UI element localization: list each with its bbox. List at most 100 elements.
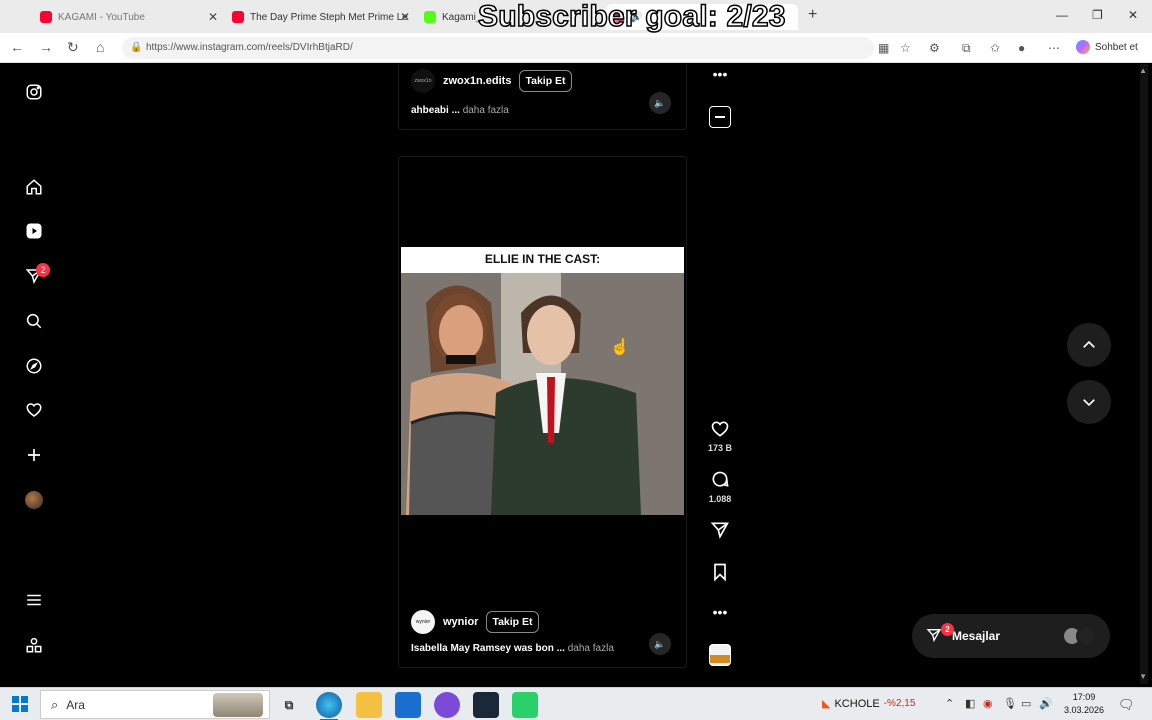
obs-app-icon[interactable] [434,692,460,718]
lock-icon[interactable]: 🔒 [130,37,142,59]
windows-start-icon[interactable] [12,696,28,712]
explore-compass-icon[interactable] [24,356,44,376]
speaker-icon[interactable]: 🔈 [649,92,671,114]
microphone-icon[interactable]: 🎙 [1003,697,1017,710]
home-icon[interactable] [24,177,44,197]
favorite-star-icon[interactable]: ☆ [900,41,911,55]
reel-author: wynior wynior Takip Et [411,610,539,634]
network-icon[interactable]: ▭ [1021,697,1031,710]
profile-avatar[interactable] [24,490,44,510]
stock-widget[interactable]: ◣ KCHOLE -%2,15 [822,697,915,711]
split-screen-icon[interactable]: ⧉ [962,41,971,56]
reel-card-current[interactable]: ELLIE IN THE CAST: wynior wynior Takip E… [398,156,687,668]
more-menu-icon[interactable]: ⋯ [1048,41,1060,55]
reel-card-previous[interactable]: zwox1n zwox1n.edits Takip Et ahbeabi ...… [398,64,687,130]
comment-icon[interactable] [709,469,731,494]
share-icon[interactable] [709,520,731,545]
create-plus-icon[interactable] [24,445,44,465]
url-bar[interactable]: 🔒 https://www.instagram.com/reels/DVIrhB… [122,37,874,59]
back-icon[interactable]: ← [10,39,24,55]
taskbar-clock[interactable]: 17:09 3.03.2026 [1058,691,1110,717]
avatar[interactable]: zwox1n [411,69,435,93]
notifications-icon[interactable]: 🗨 [1118,697,1135,713]
caption-text: Isabella May Ramsey was bon ... [411,643,565,654]
video-photo [401,273,684,515]
antivirus-icon[interactable]: ◉ [983,697,993,710]
refresh-icon[interactable]: ↻ [67,39,79,56]
follow-button[interactable]: Takip Et [519,70,572,92]
save-bookmark-icon[interactable] [709,562,731,587]
scroll-up-arrow-icon[interactable]: ▲ [1139,66,1147,75]
profile-icon[interactable]: ● [1018,41,1025,55]
reel-caption[interactable]: Isabella May Ramsey was bon ... daha faz… [411,643,614,654]
menu-icon[interactable] [24,590,44,610]
more-link[interactable]: daha fazla [568,643,614,654]
reel-video[interactable]: ELLIE IN THE CAST: [401,247,684,515]
close-window-button[interactable]: ✕ [1128,8,1138,22]
copilot-icon [1076,40,1090,54]
tab-title: Kagami_ [442,11,482,23]
restore-button[interactable]: ❐ [1092,8,1103,22]
more-options-icon[interactable]: ••• [709,604,731,620]
tray-app-icon[interactable]: ◧ [965,697,975,710]
favorites-icon[interactable]: ✩ [990,41,1000,55]
close-icon[interactable]: ✕ [400,10,410,24]
reel-caption[interactable]: ahbeabi ... daha fazla [411,105,509,116]
mouse-cursor-icon: ☝ [610,339,630,356]
direct-messages-icon [926,627,942,646]
page-scrollbar[interactable] [1140,64,1148,684]
tab-youtube-kagami[interactable]: KAGAMI - YouTube ✕ [34,4,222,30]
video-title-text: ELLIE IN THE CAST: [401,247,684,273]
more-options-icon[interactable]: ••• [709,66,731,82]
like-heart-icon[interactable] [709,419,731,444]
show-hidden-icons-icon[interactable]: ⌃ [945,697,954,710]
forward-icon[interactable]: → [39,39,53,55]
edge-browser-icon[interactable] [316,692,342,720]
avatar [25,491,43,509]
taskbar-search-box[interactable]: ⌕ Ara [40,690,270,719]
file-explorer-icon[interactable] [356,692,382,718]
instagram-logo-icon[interactable] [24,82,44,102]
steam-icon[interactable] [473,692,499,718]
messages-label: Mesajlar [952,629,1001,643]
copilot-label: Sohbet et [1095,41,1138,53]
clock-date: 3.03.2026 [1063,705,1105,715]
speaker-icon[interactable]: 🔈 [649,633,671,655]
reels-icon[interactable] [24,221,44,241]
home-icon[interactable]: ⌂ [96,39,104,55]
notification-badge: 2 [36,263,50,277]
comment-count: 1.088 [708,494,732,504]
instagram-sidebar: 2 [5,64,63,684]
new-tab-button[interactable]: + [808,6,817,24]
app-available-icon[interactable]: ▦ [878,41,889,55]
reel-username[interactable]: wynior [443,616,478,628]
avatar[interactable]: wynior [411,610,435,634]
volume-icon[interactable]: 🔊 [1039,697,1053,710]
audio-thumbnail-icon[interactable] [709,644,731,666]
minimize-button[interactable]: — [1056,8,1068,22]
scroll-down-arrow-icon[interactable]: ▼ [1139,672,1147,681]
tab-title: KAGAMI - YouTube [58,11,145,23]
search-icon[interactable] [24,311,44,331]
messages-button[interactable]: 2 Mesajlar [912,614,1110,658]
avatar-text: zwox1n [414,78,432,84]
search-placeholder: Ara [66,697,85,712]
microsoft-store-icon[interactable] [395,692,421,718]
next-reel-button[interactable] [1067,380,1111,424]
heart-icon[interactable] [24,400,44,420]
message-avatars [1062,626,1096,646]
threads-apps-icon[interactable] [24,635,44,655]
extensions-icon[interactable]: ⚙ [929,41,940,55]
audio-thumbnail-icon[interactable] [709,106,731,128]
close-icon[interactable]: ✕ [208,10,218,24]
more-link[interactable]: daha fazla [463,105,509,116]
tab-title: The Day Prime Steph Met Prime Le [250,11,408,23]
youtube-icon [40,11,52,23]
kick-app-icon[interactable] [512,692,538,718]
reel-username[interactable]: zwox1n.edits [443,75,511,87]
tab-youtube-video[interactable]: The Day Prime Steph Met Prime Le ✕ [226,4,414,30]
previous-reel-button[interactable] [1067,323,1111,367]
follow-button[interactable]: Takip Et [486,611,539,633]
task-view-icon[interactable]: ⧉ [276,692,302,718]
copilot-button[interactable]: Sohbet et [1076,40,1138,54]
